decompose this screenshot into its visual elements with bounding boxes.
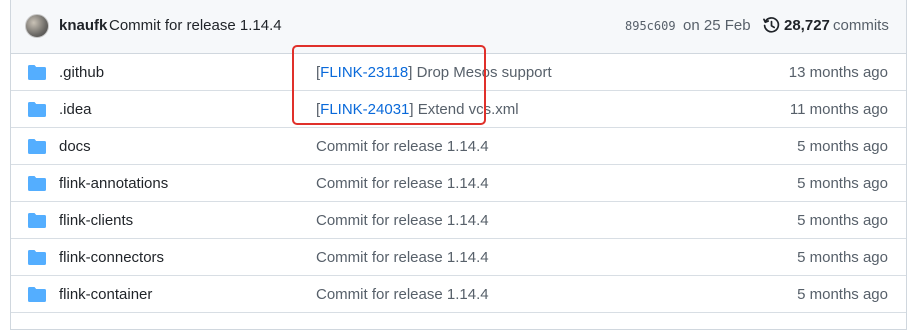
commit-sha[interactable]: 895c609 [625,19,676,33]
file-browser: knaufk Commit for release 1.14.4 895c609… [10,0,907,330]
file-name[interactable]: .github [59,64,104,81]
commits-label[interactable]: commits [833,17,889,34]
commit-date: on 25 Feb [683,17,751,34]
file-name[interactable]: flink-container [59,286,152,303]
folder-icon [28,287,46,302]
folder-icon [28,250,46,265]
commit-message: [FLINK-24031] Extend vcs.xml [316,101,519,118]
commits-count[interactable]: 28,727 [784,17,830,34]
folder-icon [28,213,46,228]
issue-link[interactable]: FLINK-24031 [320,101,409,118]
folder-icon [28,65,46,80]
folder-icon [28,139,46,154]
commit-message[interactable]: Commit for release 1.14.4 [316,249,489,266]
file-row: flink-container Commit for release 1.14.… [11,276,906,313]
folder-icon [28,102,46,117]
file-row: .github [FLINK-23118] Drop Mesos support… [11,54,906,91]
history-icon[interactable] [763,17,780,34]
commit-age: 5 months ago [797,138,888,155]
issue-link[interactable]: FLINK-23118 [320,64,408,81]
file-name[interactable]: flink-clients [59,212,133,229]
commit-age: 5 months ago [797,212,888,229]
file-row: docs Commit for release 1.14.4 5 months … [11,128,906,165]
latest-commit-bar: knaufk Commit for release 1.14.4 895c609… [11,0,906,54]
commit-age: 5 months ago [797,286,888,303]
file-name[interactable]: flink-connectors [59,249,164,266]
folder-icon [28,176,46,191]
commit-message: [FLINK-23118] Drop Mesos support [316,64,552,81]
commit-age: 5 months ago [797,249,888,266]
commit-age: 11 months ago [789,101,888,118]
file-row: flink-clients Commit for release 1.14.4 … [11,202,906,239]
file-row: flink-annotations Commit for release 1.1… [11,165,906,202]
commit-author[interactable]: knaufk [59,17,107,34]
commit-message-text[interactable]: ] Extend vcs.xml [409,101,518,118]
commit-message[interactable]: Commit for release 1.14.4 [316,175,489,192]
commit-message[interactable]: Commit for release 1.14.4 [316,138,489,155]
commit-age: 13 months ago [788,64,888,81]
commit-message[interactable]: Commit for release 1.14.4 [316,212,489,229]
file-row: flink-connectors Commit for release 1.14… [11,239,906,276]
file-name[interactable]: docs [59,138,91,155]
latest-commit-message[interactable]: Commit for release 1.14.4 [109,17,282,34]
file-row: .idea [FLINK-24031] Extend vcs.xml 11 mo… [11,91,906,128]
commit-message-text[interactable]: ] Drop Mesos support [408,64,551,81]
avatar[interactable] [25,14,49,38]
commit-age: 5 months ago [797,175,888,192]
file-name[interactable]: flink-annotations [59,175,168,192]
file-name[interactable]: .idea [59,101,92,118]
commit-message[interactable]: Commit for release 1.14.4 [316,286,489,303]
